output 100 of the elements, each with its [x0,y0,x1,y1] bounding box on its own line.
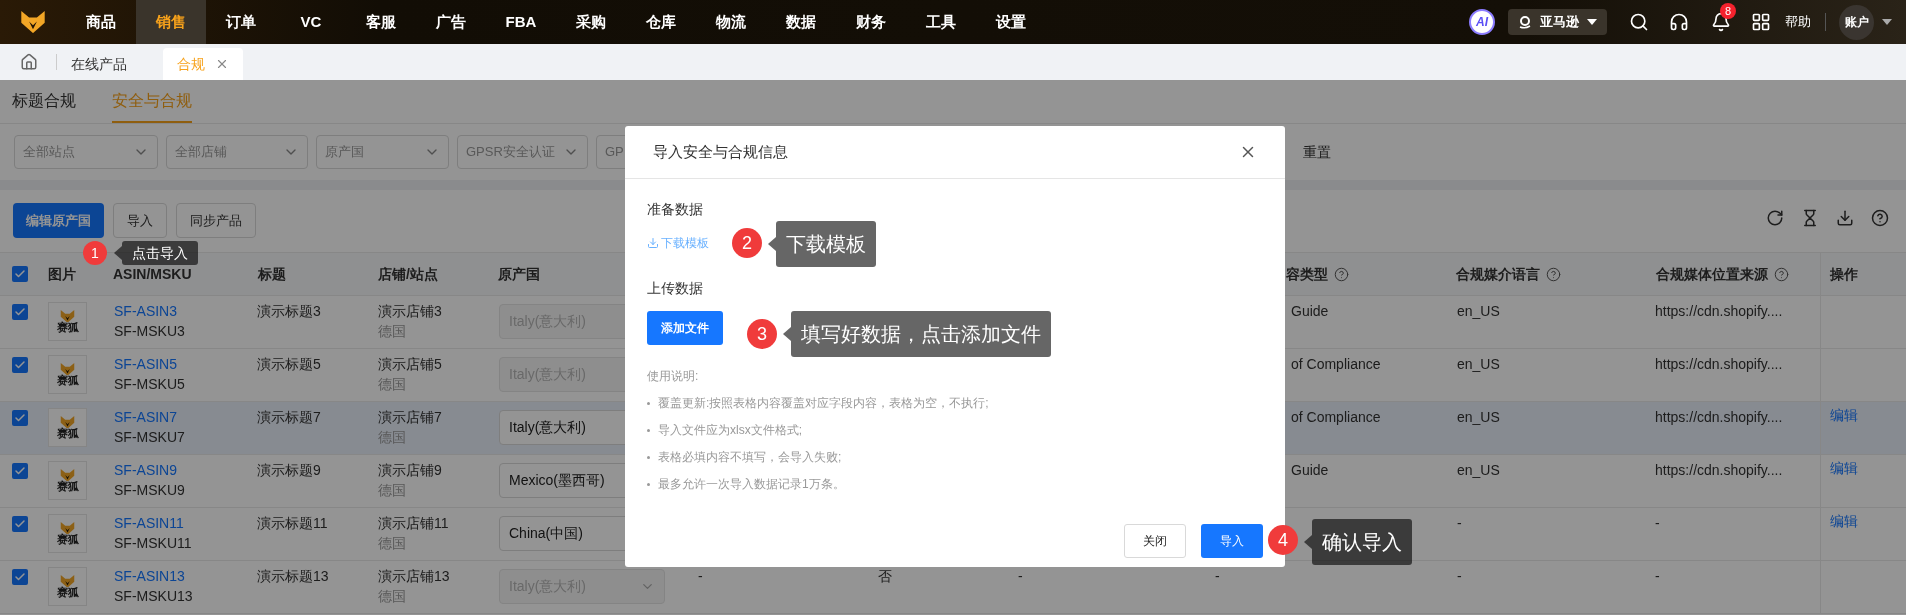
download-icon [647,237,659,249]
add-file-button[interactable]: 添加文件 [647,311,723,345]
content-type-cell: Guide [1291,462,1329,478]
nav-item[interactable]: 广告 [416,0,486,44]
asin-link[interactable]: SF-ASIN9 [114,460,177,480]
nav-item[interactable]: 商品 [66,0,136,44]
page-tab[interactable]: 在线产品 [57,48,141,80]
checkbox[interactable] [12,569,28,585]
product-thumbnail: 赛狐 [48,567,87,606]
dialog-button[interactable]: 导入 [1201,524,1263,558]
headset-icon[interactable] [1669,12,1689,32]
msku-text: SF-MSKU13 [114,587,193,606]
column-header: 容类型 [1286,264,1328,284]
tooltip: 下载模板 [766,221,876,267]
nav-item[interactable]: 物流 [696,0,766,44]
checkmark-icon [14,268,26,280]
source-url-cell: https://cdn.shopify.... [1655,303,1783,319]
nav-item[interactable]: 设置 [976,0,1046,44]
site-name: 德国 [378,534,406,553]
language-cell: - [1457,515,1462,531]
checkbox[interactable] [12,516,28,532]
msku-text: SF-MSKU5 [114,375,185,394]
content-type-cell: Guide [1291,303,1329,319]
help-icon[interactable] [1871,209,1889,227]
product-thumbnail: 赛狐 [48,461,87,500]
site-name: 德国 [378,375,406,394]
checkbox[interactable] [12,266,28,282]
product-thumbnail: 赛狐 [48,408,87,447]
nav-item[interactable]: 采购 [556,0,626,44]
download-icon[interactable] [1836,209,1854,227]
help-link[interactable]: 帮助 [1785,12,1811,32]
title-cell: 演示标题5 [257,356,321,372]
checkbox[interactable] [12,463,28,479]
checkbox[interactable] [12,357,28,373]
nav-item[interactable]: 销售 [136,0,206,44]
fox-logo-icon [60,309,75,323]
nav-item[interactable]: 工具 [906,0,976,44]
reset-button[interactable]: 重置 [1295,135,1339,169]
column-header: ASIN/MSKU [113,264,192,284]
hourglass-icon[interactable] [1801,209,1819,227]
msku-text: SF-MSKU9 [114,481,185,500]
title-cell: 演示标题3 [257,303,321,319]
column-header: 合规媒体位置来源 [1656,264,1768,284]
edit-link[interactable]: 编辑 [1830,458,1858,478]
fox-logo-icon [60,415,75,429]
nav-item[interactable]: FBA [486,0,556,44]
language-cell: en_US [1457,356,1500,372]
help-icon[interactable] [1546,266,1561,282]
toolbar-button[interactable]: 导入 [113,203,167,238]
ai-button[interactable]: AI [1469,9,1495,35]
checkmark-icon [14,518,26,530]
checkmark-icon [14,359,26,371]
amazon-logo-icon [1518,15,1532,29]
store-name: 演示店铺5 [378,355,442,374]
nav-item[interactable]: 财务 [836,0,906,44]
sub-tab[interactable]: 标题合规 [12,80,76,123]
checkmark-icon [14,306,26,318]
tooltip-arrow-icon [1302,535,1312,549]
toolbar-button[interactable]: 编辑原产国 [13,203,104,238]
apps-grid-icon[interactable] [1751,12,1771,32]
marketplace-select[interactable]: 亚马逊 [1508,9,1607,35]
nav-item[interactable]: 仓库 [626,0,696,44]
toolbar-button[interactable]: 同步产品 [176,203,256,238]
column-header: 图片 [48,264,76,284]
dialog-button[interactable]: 关闭 [1124,524,1186,558]
search-icon[interactable] [1629,12,1649,32]
fox-logo-icon [60,362,75,376]
fox-logo-icon [20,10,46,34]
refresh-icon[interactable] [1766,209,1784,227]
caret-icon [1882,19,1892,25]
content-type-cell: of Compliance [1291,409,1381,425]
asin-link[interactable]: SF-ASIN3 [114,301,177,321]
source-url-cell: https://cdn.shopify.... [1655,409,1783,425]
dialog-title: 导入安全与合规信息 [653,141,788,162]
store-name: 演示店铺11 [378,514,449,533]
asin-link[interactable]: SF-ASIN5 [114,354,177,374]
checkbox[interactable] [12,304,28,320]
nav-item[interactable]: 数据 [766,0,836,44]
nav-item[interactable]: 客服 [346,0,416,44]
tooltip: 点击导入 [112,241,198,265]
help-icon[interactable] [1774,266,1789,282]
nav-item[interactable]: 订单 [206,0,276,44]
content-type-cell: - [1215,568,1220,584]
account-avatar[interactable]: 账户 [1839,4,1874,40]
tooltip: 确认导入 [1302,519,1412,565]
store-name: 演示店铺3 [378,302,442,321]
table-cell: - [1018,568,1023,584]
instruction-text: 表格必填内容不填写，会导入失败; [658,449,842,466]
close-icon[interactable] [215,57,229,71]
edit-link[interactable]: 编辑 [1830,511,1858,531]
nav-item[interactable]: VC [276,0,346,44]
asin-link[interactable]: SF-ASIN13 [114,566,185,586]
bullet-icon [647,455,650,459]
section-heading: 准备数据 [647,200,703,219]
title-cell: 演示标题13 [257,568,329,584]
bullet-icon [647,428,650,432]
checkbox[interactable] [12,410,28,426]
home-icon[interactable] [20,53,38,71]
asin-link[interactable]: SF-ASIN11 [114,513,184,533]
help-icon[interactable] [1334,266,1349,282]
